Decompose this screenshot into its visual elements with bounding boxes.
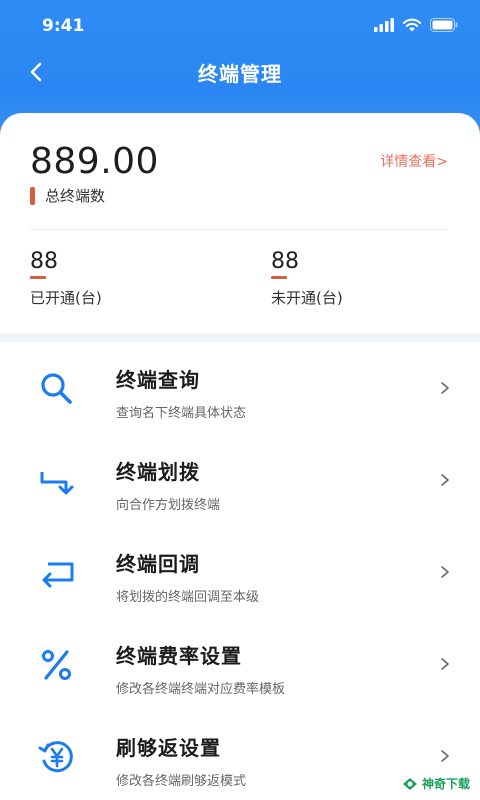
total-terminal-label-text: 总终端数 bbox=[45, 187, 106, 205]
opened-stat: 88 已开通(台) bbox=[30, 249, 102, 308]
detail-link[interactable]: 详情查看> bbox=[380, 151, 448, 171]
wifi-icon bbox=[402, 18, 422, 32]
opened-value: 88 bbox=[30, 249, 58, 274]
divider bbox=[30, 229, 448, 230]
menu-item-desc: 将划拨的终端回调至本级 bbox=[116, 590, 260, 605]
menu-item-title: 刷够返设置 bbox=[116, 736, 221, 760]
menu-item-desc: 修改各终端终端对应费率模板 bbox=[116, 682, 286, 697]
chevron-right-icon bbox=[441, 658, 449, 670]
watermark: 神奇下载 bbox=[401, 775, 470, 792]
unopened-stat: 88 未开通(台) bbox=[271, 249, 343, 308]
opened-label: 已开通(台) bbox=[30, 289, 102, 307]
chevron-right-icon bbox=[441, 474, 449, 486]
menu-item-terminal-transfer[interactable]: 终端划拨 向合作方划拨终端 bbox=[0, 434, 480, 526]
status-time: 9:41 bbox=[42, 16, 85, 36]
transfer-icon bbox=[40, 472, 74, 495]
battery-icon bbox=[430, 18, 458, 32]
chevron-right-icon bbox=[441, 382, 449, 394]
percent-icon bbox=[42, 650, 71, 680]
opened-underline bbox=[30, 276, 46, 279]
menu-item-terminal-rate-settings[interactable]: 终端费率设置 修改各终端终端对应费率模板 bbox=[0, 618, 480, 710]
total-terminal-label: 总终端数 bbox=[30, 185, 105, 206]
total-terminal-value: 889.00 bbox=[30, 141, 159, 182]
menu-item-terminal-query[interactable]: 终端查询 查询名下终端具体状态 bbox=[0, 342, 480, 434]
page-title: 终端管理 bbox=[198, 62, 282, 86]
search-icon bbox=[41, 373, 72, 404]
watermark-text: 神奇下载 bbox=[421, 777, 470, 791]
nav-bar: 终端管理 bbox=[0, 50, 480, 94]
menu-item-title: 终端费率设置 bbox=[116, 644, 242, 668]
chevron-right-icon bbox=[441, 750, 449, 762]
menu-item-title: 终端划拨 bbox=[116, 460, 200, 484]
menu-item-terminal-return[interactable]: 终端回调 将划拨的终端回调至本级 bbox=[0, 526, 480, 618]
watermark-logo-icon bbox=[402, 777, 417, 790]
label-accent-bar bbox=[30, 186, 35, 205]
chevron-right-icon bbox=[441, 566, 449, 578]
status-bar: 9:41 bbox=[0, 0, 480, 50]
unopened-label: 未开通(台) bbox=[271, 289, 343, 307]
menu-item-desc: 修改各终端刷够返模式 bbox=[116, 774, 247, 789]
yuan-cashback-icon bbox=[38, 741, 73, 773]
status-icons bbox=[374, 16, 458, 34]
menu-item-desc: 查询名下终端具体状态 bbox=[116, 406, 247, 421]
menu-item-title: 终端回调 bbox=[116, 552, 200, 576]
unopened-underline bbox=[271, 276, 287, 279]
menu-item-desc: 向合作方划拨终端 bbox=[116, 498, 221, 513]
return-icon bbox=[42, 562, 74, 588]
menu-item-title: 终端查询 bbox=[116, 368, 200, 392]
terminal-menu-list: 终端查询 查询名下终端具体状态 终端划拨 向合作方划拨终端 终端回调 将划拨的终… bbox=[0, 342, 480, 800]
terminal-summary-card: 889.00 详情查看> 总终端数 88 已开通(台) 88 未开通(台) bbox=[0, 113, 480, 333]
signal-icon bbox=[374, 18, 394, 32]
unopened-value: 88 bbox=[271, 249, 299, 274]
